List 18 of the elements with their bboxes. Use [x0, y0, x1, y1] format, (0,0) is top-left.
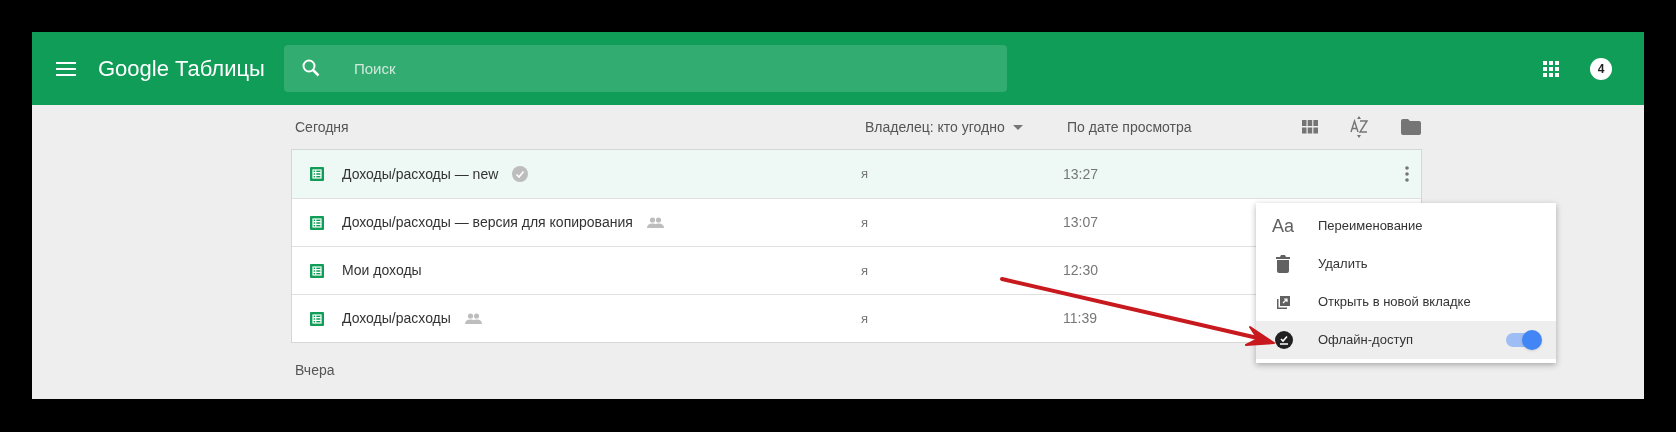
time-cell-text: 12:30 — [1063, 261, 1099, 280]
menu-item-label: Переименование — [1318, 217, 1423, 236]
owner-cell-text: я — [861, 165, 870, 184]
menu-item-label: Удалить — [1318, 255, 1368, 274]
owner-cell-text: я — [861, 213, 870, 232]
time-cell-text: 13:27 — [1063, 164, 1099, 184]
section-heading: Вчера — [295, 360, 335, 380]
time-cell-text: 11:39 — [1063, 309, 1097, 328]
owner-cell-text: я — [861, 261, 870, 280]
app-title: Google Таблицы — [98, 55, 266, 83]
owner-cell-text: я — [861, 309, 870, 328]
file-name: Доходы/расходы — [342, 309, 451, 328]
time-cell-text: 13:07 — [1063, 213, 1099, 232]
file-name: Доходы/расходы — версия для копирования — [342, 213, 633, 232]
section-heading: Сегодня — [295, 117, 350, 137]
file-name: Мои доходы — [342, 261, 422, 280]
file-name: Доходы/расходы — new — [342, 164, 499, 184]
text-format-icon: Aa — [1272, 212, 1295, 240]
